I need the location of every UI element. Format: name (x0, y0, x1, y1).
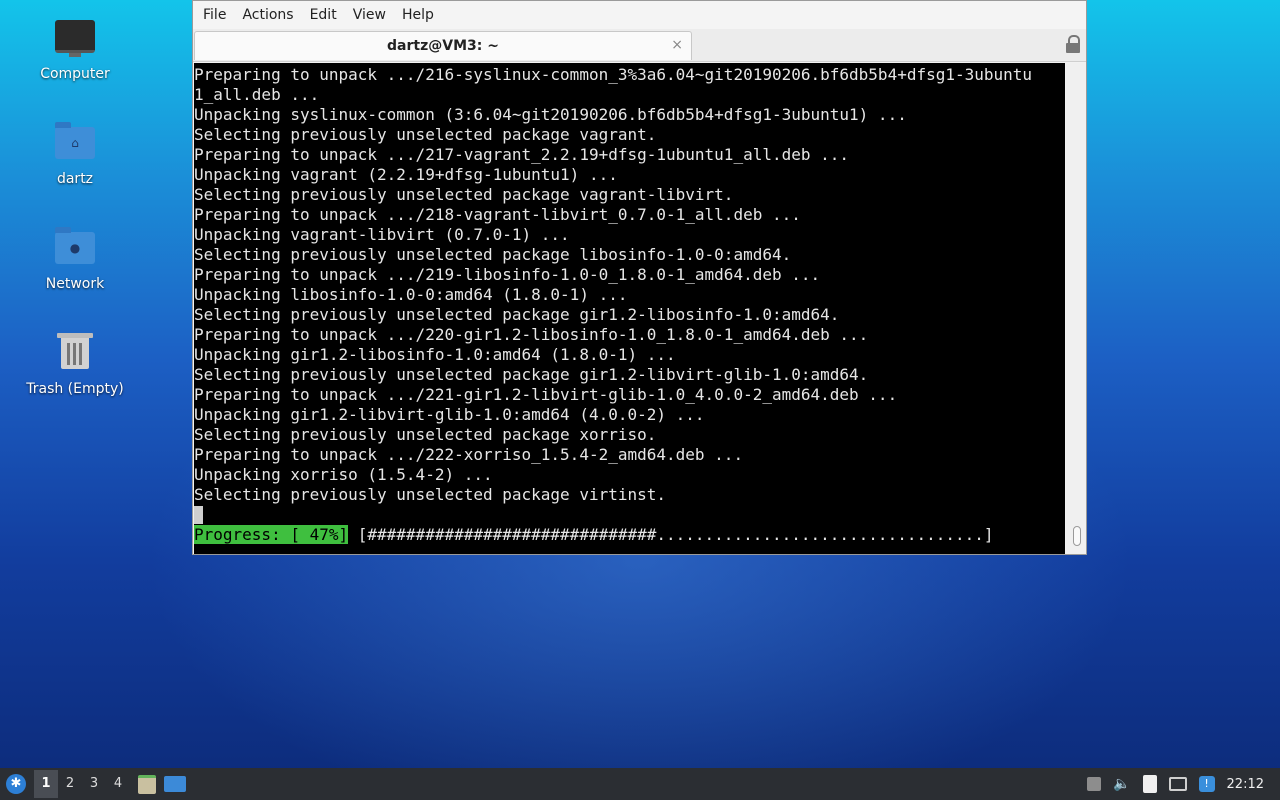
home-folder-icon: ⌂ (51, 119, 99, 167)
menu-edit[interactable]: Edit (304, 7, 343, 23)
terminal-line: Selecting previously unselected package … (194, 305, 840, 324)
system-tray: 🔈 ! 22:12 (1075, 775, 1280, 793)
terminal-output[interactable]: Preparing to unpack .../216-syslinux-com… (194, 63, 1065, 554)
terminal-line: Selecting previously unselected package … (194, 125, 657, 144)
terminal-window: File Actions Edit View Help dartz@VM3: ~… (192, 0, 1087, 555)
terminal-line: Preparing to unpack .../216-syslinux-com… (194, 65, 1033, 84)
terminal-line: Selecting previously unselected package … (194, 185, 734, 204)
terminal-scrollbar[interactable] (1066, 63, 1086, 554)
workspace-3[interactable]: 3 (82, 770, 106, 798)
menu-view[interactable]: View (347, 7, 392, 23)
desktop-icon-computer[interactable]: Computer (20, 14, 130, 82)
terminal-line: Preparing to unpack .../220-gir1.2-libos… (194, 325, 869, 344)
terminal-line: Selecting previously unselected package … (194, 425, 657, 444)
desktop-icon-label: Trash (Empty) (26, 381, 124, 397)
menu-help[interactable]: Help (396, 7, 440, 23)
taskbar: ✱ 1 2 3 4 🔈 ! 22:12 (0, 768, 1280, 800)
workspace-1[interactable]: 1 (34, 770, 58, 798)
clock[interactable]: 22:12 (1227, 777, 1264, 792)
terminal-line: Preparing to unpack .../217-vagrant_2.2.… (194, 145, 850, 164)
desktop-icon-network[interactable]: ● Network (20, 224, 130, 292)
terminal-line: Selecting previously unselected package … (194, 485, 667, 504)
clipboard-icon[interactable] (1142, 775, 1157, 793)
terminal-line: Selecting previously unselected package … (194, 245, 792, 264)
network-folder-icon: ● (51, 224, 99, 272)
network-icon[interactable] (1168, 777, 1187, 791)
terminal-line: Selecting previously unselected package … (194, 365, 869, 384)
terminal-line: Unpacking vagrant (2.2.19+dfsg-1ubuntu1)… (194, 165, 618, 184)
show-desktop-icon[interactable] (164, 776, 186, 792)
desktop-icon-label: Computer (40, 66, 110, 82)
terminal-line: Unpacking libosinfo-1.0-0:amd64 (1.8.0-1… (194, 285, 628, 304)
scrollbar-thumb[interactable] (1073, 526, 1081, 546)
file-manager-icon[interactable] (138, 774, 156, 794)
start-menu-icon[interactable]: ✱ (6, 774, 26, 794)
terminal-line: Unpacking xorriso (1.5.4-2) ... (194, 465, 493, 484)
terminal-line: Unpacking gir1.2-libosinfo-1.0:amd64 (1.… (194, 345, 676, 364)
terminal-line: 1_all.deb ... (194, 85, 320, 104)
terminal-line: Unpacking vagrant-libvirt (0.7.0-1) ... (194, 225, 570, 244)
menu-bar: File Actions Edit View Help (193, 1, 1086, 29)
tab-bar: dartz@VM3: ~ × (193, 29, 1086, 62)
trash-icon (51, 329, 99, 377)
close-icon[interactable]: × (671, 38, 683, 52)
progress-line: Progress: [ 47%] [######################… (194, 525, 994, 545)
terminal-line: Unpacking syslinux-common (3:6.04~git201… (194, 105, 907, 124)
menu-file[interactable]: File (197, 7, 232, 23)
terminal-lines: Preparing to unpack .../216-syslinux-com… (194, 63, 1065, 505)
progress-label: Progress: [ 47%] (194, 525, 349, 544)
update-notifier-icon[interactable]: ! (1198, 776, 1215, 792)
desktop-icon-trash[interactable]: Trash (Empty) (20, 329, 130, 397)
menu-actions[interactable]: Actions (236, 7, 299, 23)
terminal-line: Preparing to unpack .../219-libosinfo-1.… (194, 265, 821, 284)
workspace-2[interactable]: 2 (58, 770, 82, 798)
terminal-line: Preparing to unpack .../218-vagrant-libv… (194, 205, 801, 224)
terminal-tab[interactable]: dartz@VM3: ~ × (194, 31, 692, 60)
desktop-icon-label: dartz (56, 171, 94, 187)
computer-icon (51, 14, 99, 62)
terminal-line: Preparing to unpack .../221-gir1.2-libvi… (194, 385, 898, 404)
terminal-line: Preparing to unpack .../222-xorriso_1.5.… (194, 445, 744, 464)
terminal-line: Unpacking gir1.2-libvirt-glib-1.0:amd64 … (194, 405, 705, 424)
lock-icon[interactable] (1066, 35, 1080, 53)
tab-title: dartz@VM3: ~ (387, 38, 499, 54)
text-cursor (194, 505, 203, 524)
desktop-icon-label: Network (45, 276, 105, 292)
workspace-4[interactable]: 4 (106, 770, 130, 798)
volume-icon[interactable]: 🔈 (1113, 776, 1130, 792)
progress-bar: [##############################.........… (348, 525, 994, 544)
eject-icon[interactable] (1087, 777, 1102, 791)
desktop-icon-home[interactable]: ⌂ dartz (20, 119, 130, 187)
